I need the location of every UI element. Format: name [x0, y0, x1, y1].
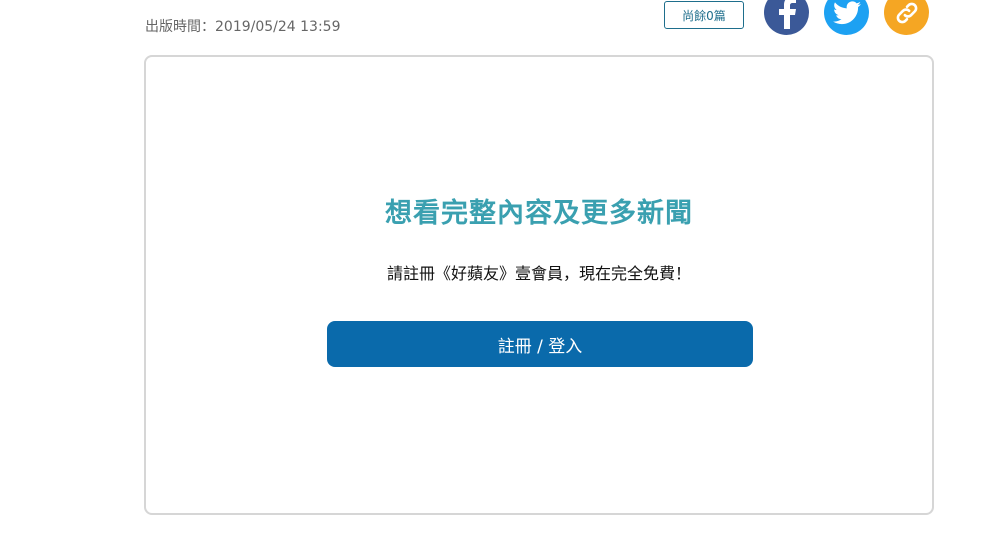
twitter-icon: [832, 0, 861, 25]
paywall-subtitle: 請註冊《好蘋友》壹會員，現在完全免費！: [386, 264, 691, 283]
register-login-button[interactable]: 註冊 / 登入: [327, 321, 753, 367]
facebook-icon: [776, 0, 798, 29]
share-facebook-button[interactable]: [764, 0, 809, 35]
publish-time: 出版時間：2019/05/24 13:59: [145, 19, 341, 35]
link-icon: [894, 0, 920, 26]
paywall-card: 想看完整內容及更多新聞 請註冊《好蘋友》壹會員，現在完全免費！ 註冊 / 登入: [144, 55, 934, 515]
share-twitter-button[interactable]: [824, 0, 869, 35]
share-link-button[interactable]: [884, 0, 929, 35]
paywall-title: 想看完整內容及更多新聞: [385, 198, 693, 229]
remaining-articles-button[interactable]: 尚餘0篇: [664, 1, 744, 29]
